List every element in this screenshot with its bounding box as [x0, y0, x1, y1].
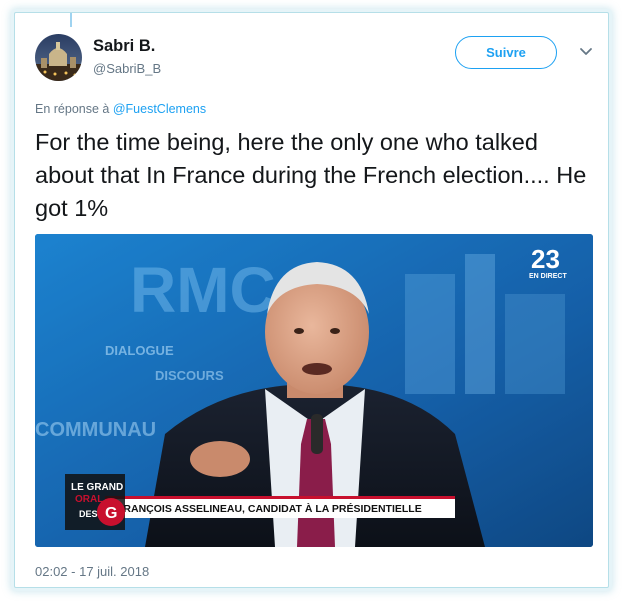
lower-third-caption: FRANÇOIS ASSELINEAU, CANDIDAT À LA PRÉSI…: [117, 502, 422, 515]
avatar[interactable]: [35, 34, 82, 81]
show-logo-line-1: LE GRAND: [71, 482, 123, 493]
channel-logo: 23: [531, 244, 560, 274]
show-logo-letter: G: [105, 505, 117, 522]
tweet-timestamp[interactable]: 02:02 - 17 juil. 2018: [35, 564, 149, 579]
backdrop-word-2: DISCOURS: [155, 368, 224, 383]
thread-connector: [70, 13, 72, 27]
tweet-media-video[interactable]: RMC DIALOGUE DISCOURS COMMUNAU FRANÇOIS …: [35, 234, 593, 547]
user-handle[interactable]: @SabriB_B: [93, 61, 161, 76]
live-label: EN DIRECT: [529, 273, 567, 280]
reply-prefix: En réponse à: [35, 102, 110, 116]
backdrop-word-3: COMMUNAU: [35, 419, 156, 441]
reply-context: En réponse à @FuestClemens: [35, 102, 206, 116]
backdrop-word-1: DIALOGUE: [105, 343, 174, 358]
show-logo-line-3: DES: [79, 509, 98, 519]
user-name[interactable]: Sabri B.: [93, 37, 155, 56]
reply-mention-link[interactable]: @FuestClemens: [113, 102, 206, 116]
tweet-text: For the time being, here the only one wh…: [35, 129, 587, 221]
tweet-card: Sabri B. @SabriB_B Suivre En réponse à @…: [14, 12, 609, 588]
chevron-down-icon[interactable]: [579, 47, 593, 57]
show-logo-line-2: ORAL: [75, 494, 103, 505]
backdrop-text: RMC: [130, 254, 276, 326]
follow-button[interactable]: Suivre: [455, 36, 557, 69]
